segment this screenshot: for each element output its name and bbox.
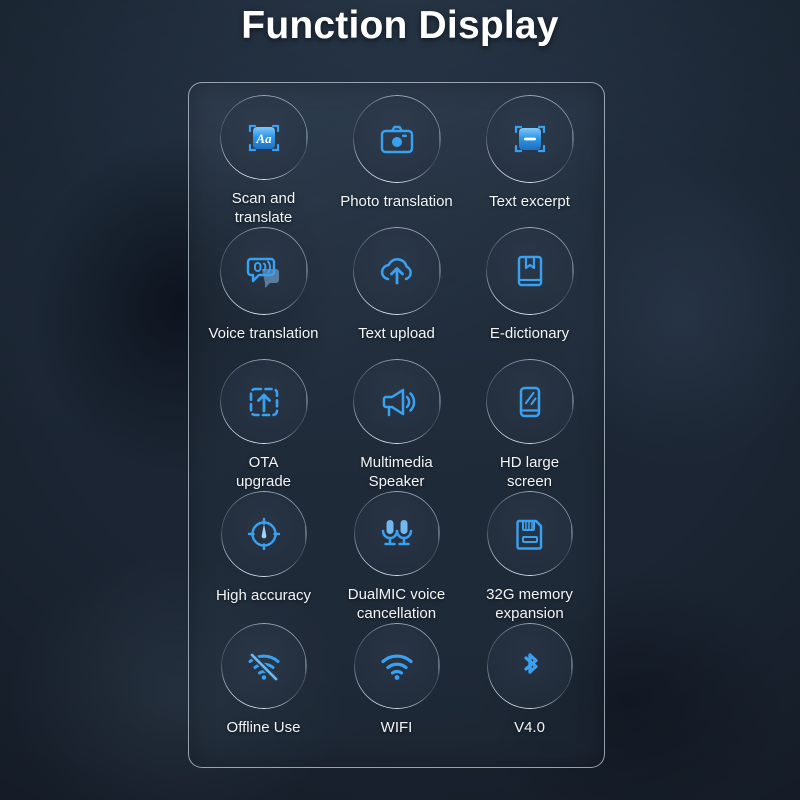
feature-icon-ring [352,359,441,444]
feature-item-text-excerpt[interactable]: Text excerpt [463,95,596,227]
feature-icon-ring [486,623,573,709]
feature-item-high-accuracy[interactable]: High accuracy [197,491,330,623]
feature-label: DualMIC voice cancellation [347,586,446,622]
feature-item-memory-expansion[interactable]: 32G memory expansion [463,491,596,623]
memory-card-icon [515,519,542,550]
feature-item-ota-upgrade[interactable]: OTA upgrade [197,359,330,491]
feature-label: Text excerpt [489,193,570,210]
feature-label: High accuracy [215,587,312,604]
ota-upload-dashed-icon [249,387,278,416]
bluetooth-icon [523,653,538,674]
feature-icon-ring [220,623,307,709]
camera-icon [380,125,413,154]
scan-text-aa-icon: Aa [248,124,279,151]
page-title: Function Display [241,4,559,47]
crosshair-target-icon [247,517,280,551]
feature-panel: Aa Scan and translate Photo translation … [188,82,605,768]
feature-label: OTA upgrade [235,454,292,490]
feature-icon-ring [219,227,308,315]
feature-grid: Aa Scan and translate Photo translation … [189,95,604,767]
feature-icon-ring [485,227,574,315]
feature-label: Voice translation [208,325,319,342]
megaphone-icon [382,388,415,416]
feature-icon-ring [219,359,308,444]
feature-item-offline-use[interactable]: Offline Use [197,623,330,755]
wifi-off-icon [248,652,279,682]
feature-item-wifi[interactable]: WIFI [330,623,463,755]
dual-microphone-icon [381,519,412,545]
feature-icon-ring [486,491,573,576]
cloud-upload-icon [380,258,412,285]
feature-label: Text upload [358,325,435,342]
wifi-icon [380,654,413,680]
feature-icon-ring [220,491,307,577]
feature-label: WIFI [380,719,413,736]
svg-text:Aa: Aa [255,131,272,146]
feature-label: Photo translation [340,193,453,210]
phone-screen-icon [519,386,540,417]
feature-icon-ring: Aa [219,95,308,180]
feature-icon-ring [485,359,574,444]
feature-icon-ring [352,227,441,315]
feature-item-multimedia-speaker[interactable]: Multimedia Speaker [330,359,463,491]
feature-label: 32G memory expansion [486,586,573,622]
feature-item-photo-translation[interactable]: Photo translation [330,95,463,227]
feature-label: E-dictionary [489,325,570,342]
book-bookmark-icon [517,255,542,287]
speech-bubble-voice-icon [246,257,279,288]
feature-icon-ring [352,95,441,183]
feature-item-dualmic-voice-cancellation[interactable]: DualMIC voice cancellation [330,491,463,623]
feature-label: V4.0 [514,719,545,736]
feature-item-text-upload[interactable]: Text upload [330,227,463,359]
feature-label: Scan and translate [231,190,296,226]
feature-icon-ring [353,491,440,576]
feature-item-hd-large-screen[interactable]: HD large screen [463,359,596,491]
feature-label: HD large screen [499,454,560,490]
feature-item-voice-translation[interactable]: Voice translation [197,227,330,359]
feature-icon-ring [485,95,574,183]
feature-icon-ring [353,623,440,709]
feature-item-scan-and-translate[interactable]: Aa Scan and translate [197,95,330,227]
feature-label: Multimedia Speaker [360,454,433,490]
feature-item-e-dictionary[interactable]: E-dictionary [463,227,596,359]
feature-item-bluetooth-version[interactable]: V4.0 [463,623,596,755]
scan-excerpt-icon [514,125,545,153]
feature-label: Offline Use [226,719,301,736]
